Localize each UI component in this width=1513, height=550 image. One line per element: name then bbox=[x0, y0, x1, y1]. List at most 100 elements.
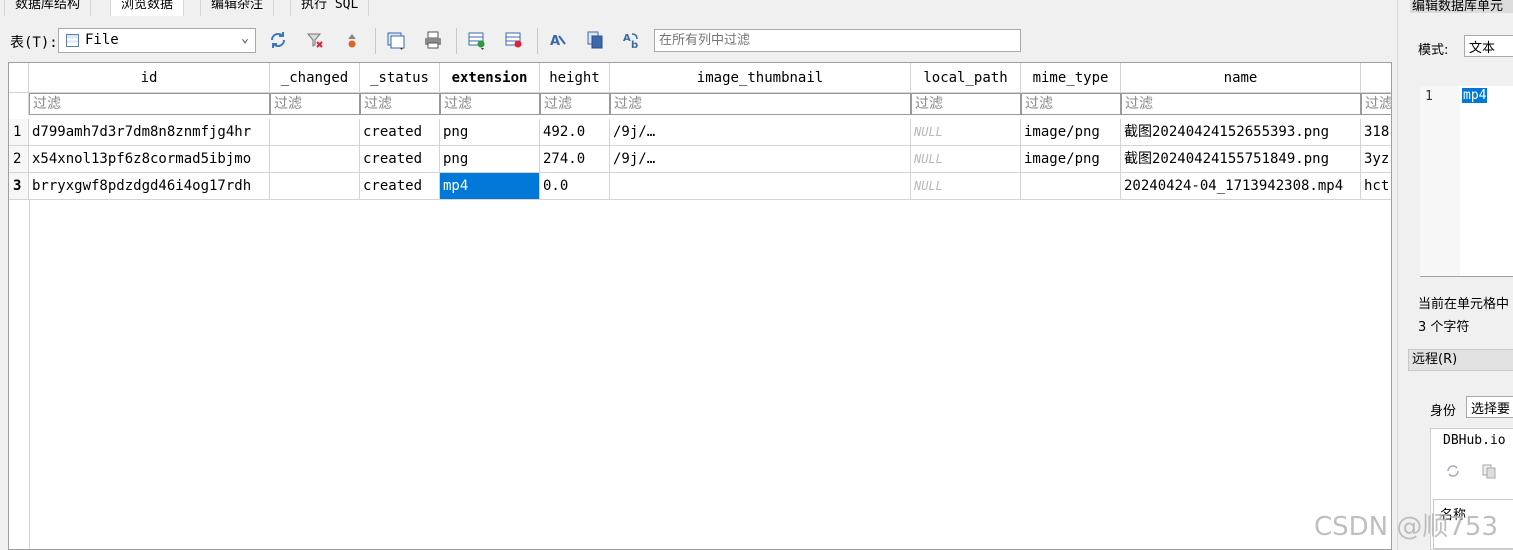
mode-label: 模式: bbox=[1418, 43, 1449, 58]
identity-select[interactable]: 选择要 bbox=[1466, 396, 1513, 418]
editor-line-number: 1 bbox=[1425, 89, 1433, 104]
row-number[interactable]: 1 bbox=[9, 119, 29, 146]
cell-next[interactable]: 318 bbox=[1361, 119, 1391, 146]
cell-status[interactable]: created bbox=[360, 173, 440, 200]
column-header-mime-type[interactable]: mime_type bbox=[1021, 63, 1121, 93]
clear-sort-icon[interactable] bbox=[342, 30, 362, 50]
tab-execute-sql[interactable]: 执行 SQL bbox=[290, 0, 370, 16]
global-filter-input[interactable] bbox=[654, 29, 1021, 52]
copy-icon[interactable] bbox=[585, 30, 605, 50]
cell-editor[interactable]: 1 mp4 bbox=[1420, 86, 1513, 276]
editor-text-area[interactable] bbox=[1460, 86, 1513, 276]
cell-mime-type[interactable] bbox=[1021, 173, 1121, 200]
table-row[interactable]: 2 x54xnol13pf6z8cormad5ibjmo created png… bbox=[9, 146, 1391, 173]
column-header-local-path[interactable]: local_path bbox=[911, 63, 1021, 93]
cell-status[interactable]: created bbox=[360, 146, 440, 173]
filter-input-next[interactable]: 过滤 bbox=[1361, 93, 1391, 115]
toolbar-separator bbox=[537, 28, 538, 54]
column-header-id[interactable]: id bbox=[29, 63, 270, 93]
table-row[interactable]: 1 d799amh7d3r7dm8n8znmfjg4hr created png… bbox=[9, 119, 1391, 146]
toolbar-separator bbox=[456, 28, 457, 54]
cell-next[interactable]: 3yz bbox=[1361, 146, 1391, 173]
clear-filters-icon[interactable] bbox=[305, 30, 325, 50]
cell-image-thumbnail[interactable]: /9j/… bbox=[610, 146, 911, 173]
cell-extension-selected[interactable]: mp4 bbox=[440, 173, 540, 200]
filter-input-changed[interactable]: 过滤 bbox=[270, 93, 360, 115]
refresh-icon[interactable] bbox=[268, 30, 288, 50]
column-header-extension[interactable]: extension bbox=[440, 63, 540, 93]
filter-input-id[interactable]: 过滤 bbox=[29, 93, 270, 115]
filter-input-status[interactable]: 过滤 bbox=[360, 93, 440, 115]
tab-db-structure[interactable]: 数据库结构 bbox=[4, 0, 92, 16]
cell-id[interactable]: brryxgwf8pdzdgd46i4og17rdh bbox=[29, 173, 270, 200]
column-header-next[interactable] bbox=[1361, 63, 1391, 93]
cell-changed[interactable] bbox=[270, 146, 360, 173]
cell-local-path[interactable]: NULL bbox=[911, 119, 1021, 146]
toolbar-separator bbox=[375, 28, 376, 54]
filter-input-local-path[interactable]: 过滤 bbox=[911, 93, 1021, 115]
column-header-name[interactable]: name bbox=[1121, 63, 1361, 93]
delete-record-icon[interactable] bbox=[504, 30, 524, 50]
find-replace-icon[interactable]: Ab bbox=[622, 30, 642, 50]
cell-extension[interactable]: png bbox=[440, 146, 540, 173]
tab-edit-pragmas[interactable]: 编辑杂注 bbox=[200, 0, 275, 16]
cell-image-thumbnail[interactable]: /9j/… bbox=[610, 119, 911, 146]
clone-icon[interactable] bbox=[1481, 463, 1497, 483]
header-row: id _changed _status extension height ima… bbox=[9, 63, 1391, 93]
cell-status[interactable]: created bbox=[360, 119, 440, 146]
edit-cell-panel: 编辑数据库单元 模式: 文本 1 mp4 当前在单元格中 3 个字符 远程(R)… bbox=[1397, 0, 1513, 550]
column-header-image-thumbnail[interactable]: image_thumbnail bbox=[610, 63, 911, 93]
cell-id[interactable]: x54xnol13pf6z8cormad5ibjmo bbox=[29, 146, 270, 173]
cell-height[interactable]: 0.0 bbox=[540, 173, 610, 200]
filter-row: 过滤 过滤 过滤 过滤 过滤 过滤 过滤 过滤 过滤 过滤 bbox=[9, 93, 1391, 115]
filter-input-extension[interactable]: 过滤 bbox=[440, 93, 540, 115]
cell-extension[interactable]: png bbox=[440, 119, 540, 146]
mode-select[interactable]: 文本 bbox=[1464, 35, 1513, 57]
svg-text:A: A bbox=[623, 33, 631, 44]
cell-changed[interactable] bbox=[270, 119, 360, 146]
find-icon[interactable]: A bbox=[548, 30, 568, 50]
cell-status-line1: 当前在单元格中 bbox=[1418, 297, 1510, 312]
grid-row-header-border bbox=[29, 200, 30, 549]
column-header-status[interactable]: _status bbox=[360, 63, 440, 93]
cell-id[interactable]: d799amh7d3r7dm8n8znmfjg4hr bbox=[29, 119, 270, 146]
cell-next[interactable]: hct bbox=[1361, 173, 1391, 200]
row-number[interactable]: 3 bbox=[9, 173, 29, 200]
cell-name[interactable]: 截图20240424152655393.png bbox=[1121, 119, 1361, 146]
cell-name[interactable]: 20240424-04_1713942308.mp4 bbox=[1121, 173, 1361, 200]
row-number[interactable]: 2 bbox=[9, 146, 29, 173]
cell-image-thumbnail[interactable] bbox=[610, 173, 911, 200]
cell-name[interactable]: 截图20240424155751849.png bbox=[1121, 146, 1361, 173]
refresh-icon[interactable] bbox=[1445, 463, 1461, 483]
column-header-height[interactable]: height bbox=[540, 63, 610, 93]
svg-text:A: A bbox=[550, 34, 560, 49]
table-icon bbox=[66, 34, 79, 47]
insert-record-icon[interactable] bbox=[467, 30, 487, 50]
table-row[interactable]: 3 brryxgwf8pdzdgd46i4og17rdh created mp4… bbox=[9, 173, 1391, 200]
filter-input-image-thumbnail[interactable]: 过滤 bbox=[610, 93, 911, 115]
chevron-down-icon: ⌄ bbox=[241, 31, 249, 46]
tab-browse-data[interactable]: 浏览数据 bbox=[110, 0, 185, 16]
table-select[interactable]: File ⌄ bbox=[58, 28, 256, 53]
print-icon[interactable] bbox=[423, 30, 443, 50]
cell-height[interactable]: 492.0 bbox=[540, 119, 610, 146]
watermark: CSDN @顺753 bbox=[1314, 512, 1499, 542]
filter-corner bbox=[9, 93, 29, 115]
cell-mime-type[interactable]: image/png bbox=[1021, 146, 1121, 173]
column-header-changed[interactable]: _changed bbox=[270, 63, 360, 93]
cell-local-path[interactable]: NULL bbox=[911, 146, 1021, 173]
filter-input-height[interactable]: 过滤 bbox=[540, 93, 610, 115]
filter-input-name[interactable]: 过滤 bbox=[1121, 93, 1361, 115]
cell-height[interactable]: 274.0 bbox=[540, 146, 610, 173]
remote-panel-header[interactable]: 远程(R) bbox=[1408, 349, 1513, 371]
editor-text[interactable]: mp4 bbox=[1462, 88, 1488, 103]
save-table-icon[interactable] bbox=[386, 30, 406, 50]
toolbar: 表(T): File ⌄ A Ab bbox=[0, 22, 1395, 58]
cell-local-path[interactable]: NULL bbox=[911, 173, 1021, 200]
table-label: 表(T): bbox=[10, 35, 58, 51]
panel-title: 编辑数据库单元 bbox=[1410, 0, 1513, 14]
filter-input-mime-type[interactable]: 过滤 bbox=[1021, 93, 1121, 115]
cell-mime-type[interactable]: image/png bbox=[1021, 119, 1121, 146]
cell-changed[interactable] bbox=[270, 173, 360, 200]
data-grid[interactable]: id _changed _status extension height ima… bbox=[8, 62, 1392, 550]
